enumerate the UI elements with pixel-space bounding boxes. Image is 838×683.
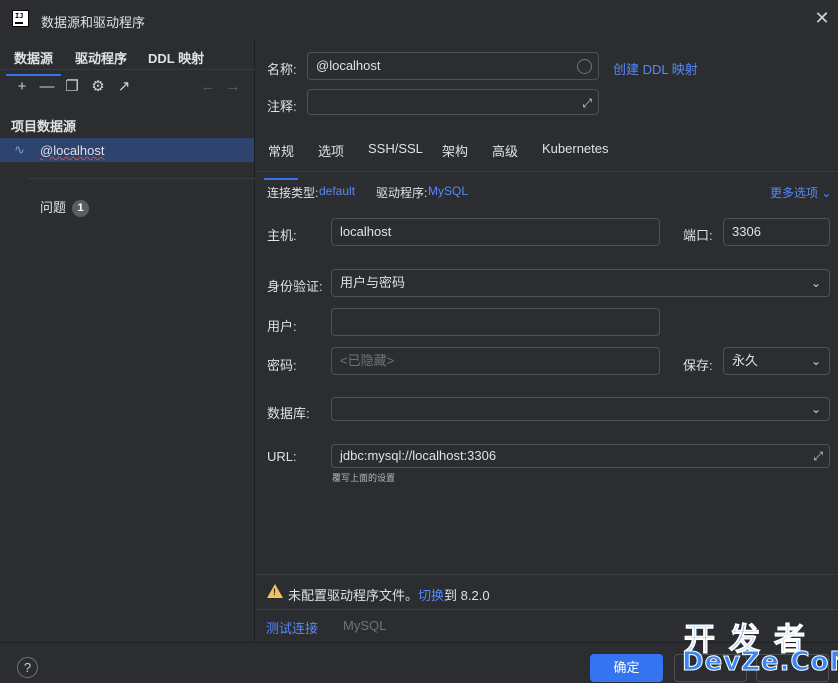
url-label: URL:: [267, 449, 297, 464]
switch-driver-link[interactable]: 切换: [418, 588, 444, 603]
tab-datasources[interactable]: 数据源: [5, 48, 62, 76]
datasource-item[interactable]: ∿ @localhost: [0, 138, 254, 162]
driver-link[interactable]: MySQL: [428, 184, 468, 198]
divider: [28, 178, 268, 179]
chevron-down-icon: ⌄: [821, 186, 832, 200]
apply-button[interactable]: [756, 654, 829, 682]
tab-advanced[interactable]: 高级: [492, 141, 518, 160]
export-icon[interactable]: ↗: [114, 77, 134, 97]
problems-label: 问题: [40, 200, 67, 215]
database-select[interactable]: ⌄: [331, 397, 830, 421]
tab-general[interactable]: 常规: [263, 141, 299, 180]
host-label: 主机:: [267, 228, 297, 243]
password-input[interactable]: <已隐藏>: [331, 347, 660, 375]
left-panel: 数据源 驱动程序 DDL 映射 + — ❐ ⚙ ↗ ← → 项目数据源 ∿ @l…: [0, 40, 268, 642]
section-title: 项目数据源: [11, 119, 77, 134]
warning-text: 未配置驱动程序文件。: [288, 588, 419, 603]
chevron-down-icon: ⌄: [810, 354, 821, 368]
connection-type-link[interactable]: default: [319, 184, 355, 198]
driver-label: 驱动程序:: [376, 186, 428, 200]
port-label: 端口:: [683, 228, 713, 243]
color-circle-icon[interactable]: [577, 59, 592, 74]
url-hint: 覆写上面的设置: [332, 473, 396, 483]
add-icon[interactable]: +: [12, 77, 32, 97]
name-input[interactable]: @localhost: [307, 52, 599, 80]
bottom-actions: 测试连接 MySQL: [256, 610, 838, 642]
forward-arrow-icon[interactable]: →: [223, 77, 243, 97]
right-panel: 名称: @localhost 创建 DDL 映射 注释: ⤢ 常规 选项 SSH…: [256, 40, 838, 642]
connection-type-label: 连接类型:: [267, 186, 319, 200]
datasource-label: @localhost: [40, 143, 105, 158]
gear-icon[interactable]: ⚙: [88, 77, 108, 97]
tab-ddl-mappings[interactable]: DDL 映射: [148, 48, 204, 67]
save-select[interactable]: 永久 ⌄: [723, 347, 830, 375]
comment-label: 注释:: [267, 99, 297, 114]
app-logo-icon: IJ: [12, 10, 29, 27]
copy-icon[interactable]: ❐: [62, 77, 82, 97]
user-label: 用户:: [267, 319, 297, 334]
left-toolbar: + — ❐ ⚙ ↗ ← →: [0, 72, 255, 102]
warning-message: 未配置驱动程序文件。切换到 8.2.0: [288, 585, 490, 604]
warning-icon: !: [267, 584, 283, 598]
expand-icon[interactable]: ⤢: [813, 445, 823, 467]
port-input[interactable]: 3306: [723, 218, 830, 246]
auth-select[interactable]: 用户与密码 ⌄: [331, 269, 830, 297]
problems-item[interactable]: 问题 1: [40, 197, 90, 218]
tab-ssh-ssl[interactable]: SSH/SSL: [368, 141, 423, 156]
test-connection-link[interactable]: 测试连接: [266, 618, 318, 637]
tab-schemas[interactable]: 架构: [442, 141, 468, 160]
url-input[interactable]: jdbc:mysql://localhost:3306 ⤢: [331, 444, 830, 468]
auth-value: 用户与密码: [340, 275, 406, 290]
db-type-label: MySQL: [343, 618, 387, 633]
footer: ? 确定: [0, 642, 838, 683]
close-icon[interactable]: ✕: [812, 8, 832, 28]
left-tabs: 数据源 驱动程序 DDL 映射: [0, 40, 255, 76]
warning-suffix: 到 8.2.0: [444, 588, 490, 603]
back-arrow-icon[interactable]: ←: [198, 77, 218, 97]
save-value: 永久: [732, 353, 759, 368]
password-placeholder: <已隐藏>: [340, 353, 395, 368]
auth-label: 身份验证:: [267, 279, 323, 294]
chevron-down-icon: ⌄: [810, 402, 821, 416]
user-input[interactable]: [331, 308, 660, 336]
right-tabs: 常规 选项 SSH/SSL 架构 高级 Kubernetes: [256, 130, 838, 180]
title-bar: IJ 数据源和驱动程序 ✕: [0, 0, 838, 40]
database-label: 数据库:: [267, 406, 310, 421]
tab-kubernetes[interactable]: Kubernetes: [542, 141, 609, 156]
name-label: 名称:: [267, 62, 297, 77]
help-icon[interactable]: ?: [17, 657, 38, 678]
name-value: @localhost: [316, 58, 381, 73]
remove-icon[interactable]: —: [37, 77, 57, 97]
tab-drivers[interactable]: 驱动程序: [75, 48, 127, 67]
comment-input[interactable]: ⤢: [307, 89, 599, 115]
mysql-dolphin-icon: ∿: [14, 142, 25, 157]
expand-icon[interactable]: ⤢: [582, 90, 592, 116]
host-input[interactable]: localhost: [331, 218, 660, 246]
tab-options[interactable]: 选项: [318, 141, 344, 160]
problems-count-badge: 1: [72, 200, 90, 218]
save-label: 保存:: [683, 358, 713, 373]
chevron-down-icon: ⌄: [810, 276, 821, 290]
password-label: 密码:: [267, 358, 297, 373]
url-value: jdbc:mysql://localhost:3306: [340, 448, 497, 463]
more-options-link[interactable]: 更多选项 ⌄: [770, 184, 831, 201]
create-ddl-mapping-link[interactable]: 创建 DDL 映射: [613, 59, 698, 78]
ok-button[interactable]: 确定: [590, 654, 663, 682]
window-title: 数据源和驱动程序: [41, 15, 146, 30]
cancel-button[interactable]: [674, 654, 747, 682]
warning-bar: ! 未配置驱动程序文件。切换到 8.2.0: [256, 574, 838, 610]
